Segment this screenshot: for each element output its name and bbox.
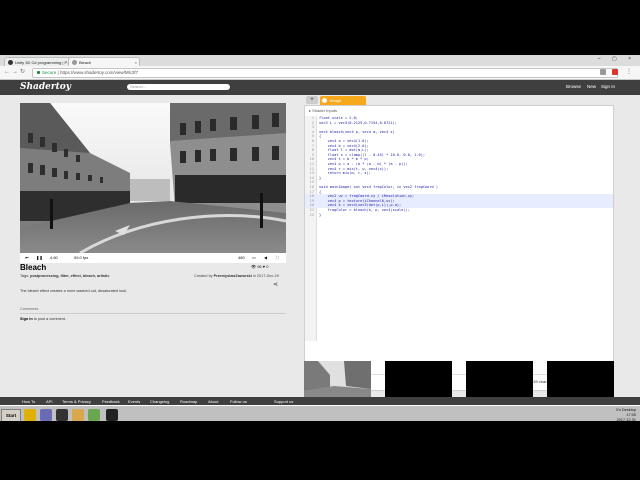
tags-list[interactable]: postprocessing, filter, effect, bleach, … — [30, 274, 109, 278]
channel-3[interactable] — [547, 361, 614, 399]
taskbar: Start En Desktop 17:05 2017-12-31 — [0, 405, 640, 421]
visual-studio-icon[interactable] — [40, 409, 52, 421]
created-date: in 2017-Dec-29 — [252, 274, 279, 278]
comments-title: Comments — [20, 307, 39, 311]
url-input[interactable]: Secure | https://www.shadertoy.com/view/… — [32, 68, 618, 78]
volume-icon[interactable]: ◀ — [264, 253, 267, 263]
site-header: Shadertoy Search... Browse New Sign In — [0, 80, 640, 95]
folder-icon[interactable] — [72, 409, 84, 421]
nav-new[interactable]: New — [587, 84, 596, 89]
add-tab-button[interactable]: + — [306, 96, 318, 104]
player-controls: ⏮ ❚❚ 4.60 59.0 fps 480 ▭ ◀ ⛶ — [20, 253, 286, 263]
channel-2[interactable] — [466, 361, 533, 399]
shader-inputs-label: Shader Inputs — [312, 108, 338, 113]
tab-label: Bleach — [79, 60, 92, 65]
street-image — [20, 103, 286, 253]
channel-0[interactable] — [304, 361, 371, 399]
signin-prompt: Sign in to post a comment. — [20, 317, 66, 321]
browser-tab-strip: Unity 3D C# programming | P... × Bleach … — [0, 55, 640, 67]
system-tray: En Desktop 17:05 2017-12-31 — [616, 408, 636, 421]
shader-stats: 👁 96 ♥ 0 — [251, 264, 269, 269]
fps-display: 59.0 fps — [74, 255, 89, 260]
author-link[interactable]: PrzemyslawZaworski — [214, 274, 252, 278]
divider — [20, 313, 286, 314]
shader-title: Bleach — [20, 263, 47, 272]
rewind-icon[interactable]: ⏮ — [25, 253, 29, 263]
shadertoy-icon — [72, 60, 77, 65]
nav-browse[interactable]: Browse — [566, 84, 581, 89]
page-body: ⏮ ❚❚ 4.60 59.0 fps 480 ▭ ◀ ⛶ Bleach 👁 96… — [0, 95, 640, 421]
code-area[interactable]: 1 float scale = 2.0; 2 vec3 L = vec3(0.2125… — [305, 116, 613, 341]
shader-inputs-toggle[interactable]: ▸ Shader Inputs — [309, 108, 337, 113]
tags-line: Tags: postprocessing, filter, effect, bl… — [20, 274, 109, 278]
fullscreen-icon[interactable]: ⛶ — [276, 253, 279, 263]
app-icon[interactable] — [88, 409, 100, 421]
code-text: } — [319, 212, 322, 217]
chrome-icon[interactable] — [24, 409, 36, 421]
menu-icon[interactable]: ⋮ — [626, 69, 632, 76]
screen: Unity 3D C# programming | P... × Bleach … — [0, 55, 640, 421]
star-icon[interactable] — [600, 69, 606, 75]
reload-icon[interactable]: ↻ — [20, 69, 25, 76]
like-count: 0 — [266, 264, 269, 269]
tab-label: Unity 3D C# programming | P... — [15, 60, 70, 65]
tab-image[interactable]: Image — [320, 96, 366, 105]
secure-label: Secure — [42, 70, 57, 75]
nav-signin[interactable]: Sign In — [601, 84, 615, 89]
created-prefix: Created by — [194, 274, 213, 278]
code-editor: + Image ▸ Shader Inputs 1 float scale = 2… — [304, 95, 614, 391]
image-tab-icon — [322, 98, 327, 103]
search-input[interactable]: Search... — [127, 84, 230, 90]
view-count: 96 — [257, 264, 262, 269]
tray-date: 2017-12-31 — [616, 418, 636, 421]
lock-icon — [37, 71, 40, 75]
start-button[interactable]: Start — [1, 409, 21, 421]
line-number: 22 — [309, 212, 314, 217]
opera-icon[interactable] — [612, 69, 618, 75]
obs-icon[interactable] — [106, 409, 118, 421]
share-icon[interactable]: ⋖ — [273, 281, 278, 288]
url-text: https://www.shadertoy.com/view/Mlc3f7 — [59, 70, 139, 75]
window-controls[interactable]: – ▢ × — [598, 56, 636, 62]
record-icon[interactable]: ▭ — [252, 253, 256, 263]
pause-icon[interactable]: ❚❚ — [36, 253, 43, 263]
unity-icon[interactable] — [56, 409, 68, 421]
resolution-label[interactable]: 480 — [238, 253, 245, 263]
code-line[interactable]: 22} — [305, 213, 613, 218]
channel-0-image — [304, 361, 371, 399]
address-bar: ← → ↻ Secure | https://www.shadertoy.com… — [0, 66, 640, 80]
eye-icon: 👁 — [251, 264, 257, 269]
tags-label: Tags: — [20, 274, 30, 278]
time-display: 4.60 — [50, 255, 58, 260]
editor-panel: ▸ Shader Inputs 1 float scale = 2.0; 2 vec3… — [304, 105, 614, 391]
signin-text: to post a comment. — [33, 317, 67, 321]
editor-tabs: + Image — [304, 95, 614, 105]
shader-description: The bleach effect creates a more washed … — [20, 289, 128, 293]
signin-link[interactable]: Sign in — [20, 317, 33, 321]
created-by: Created by PrzemyslawZaworski in 2017-De… — [194, 274, 279, 278]
channel-inputs — [304, 361, 614, 401]
heart-icon[interactable]: ♥ — [263, 264, 265, 269]
channel-1[interactable] — [385, 361, 452, 399]
back-icon[interactable]: ← — [4, 69, 10, 76]
forward-icon[interactable]: → — [12, 69, 18, 76]
tab-image-label: Image — [330, 98, 342, 103]
github-icon — [8, 60, 13, 65]
shader-canvas[interactable] — [20, 103, 286, 253]
site-logo[interactable]: Shadertoy — [20, 82, 71, 92]
